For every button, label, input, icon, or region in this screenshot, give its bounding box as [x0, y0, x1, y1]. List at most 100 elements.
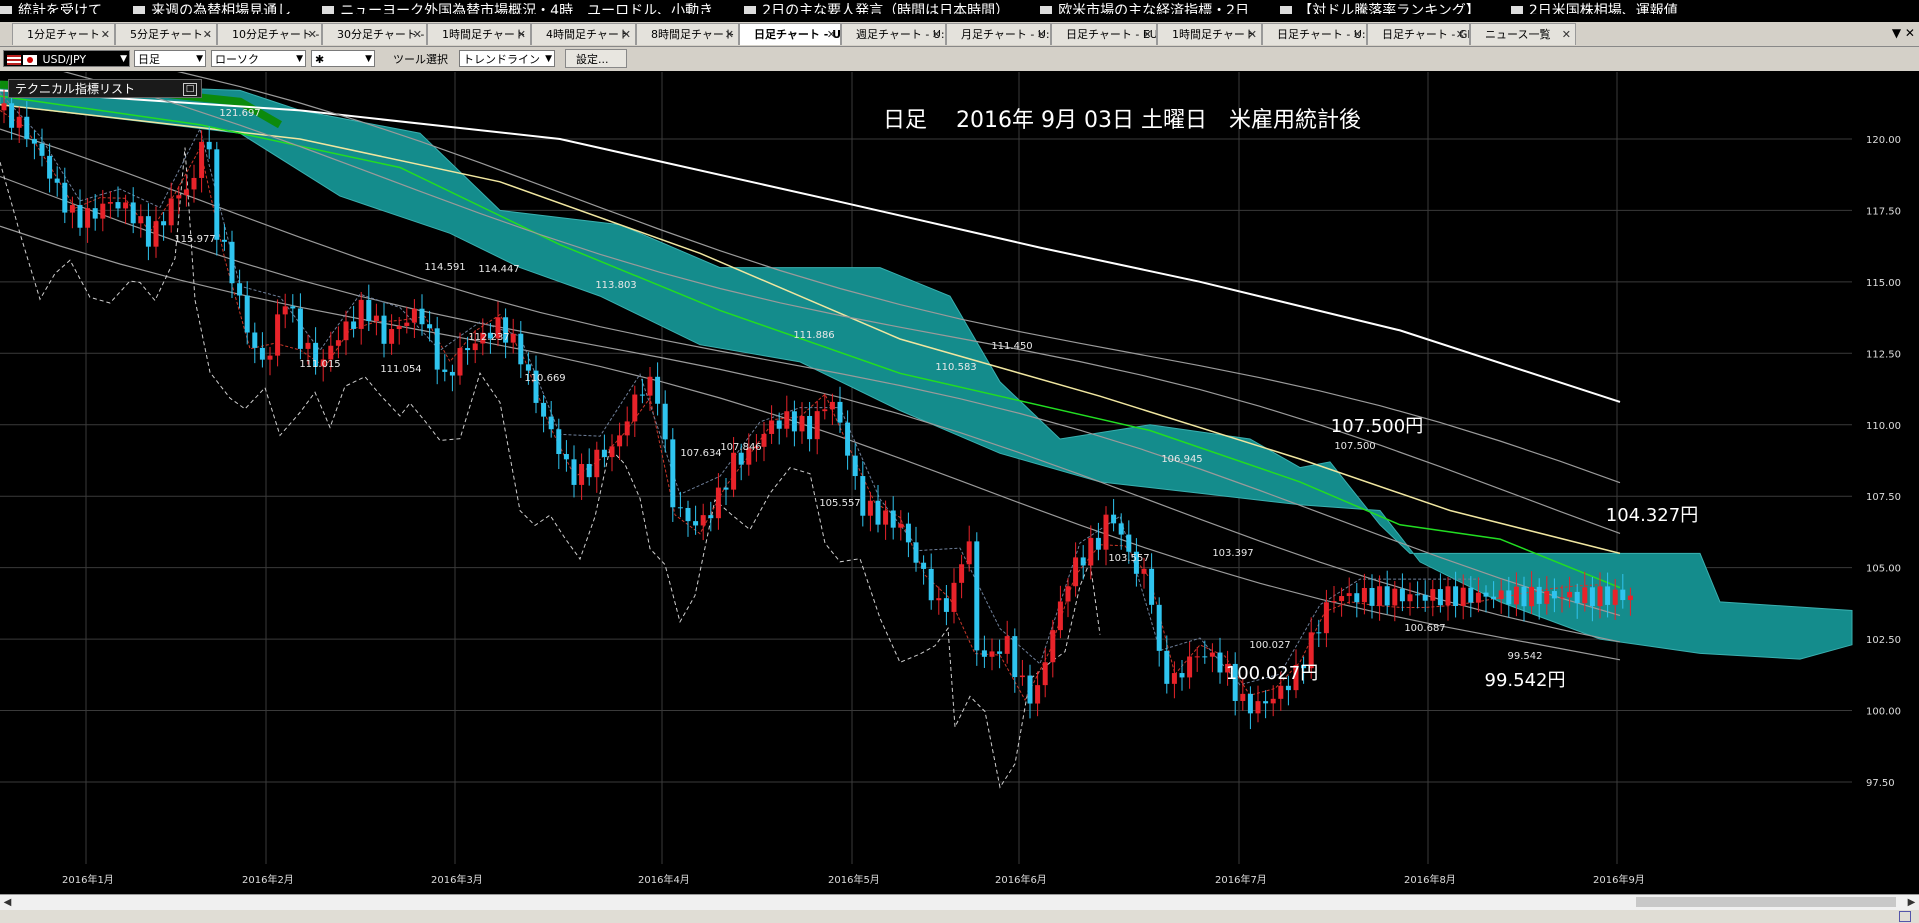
candle-body: [404, 322, 410, 326]
candle-body: [411, 308, 417, 323]
candle-body: [183, 189, 189, 196]
symbol-select[interactable]: USD/JPY ▼: [3, 50, 130, 67]
tab-15[interactable]: ニュース一覧 ✕: [1470, 23, 1576, 45]
tab-10[interactable]: 月足チャート - U: ✕: [946, 23, 1051, 45]
scrollbar-thumb[interactable]: [1636, 897, 1896, 907]
indicator-list-panel[interactable]: テクニカル指標リスト □: [8, 79, 202, 98]
settings-button[interactable]: 設定...: [565, 49, 627, 68]
close-icon[interactable]: ✕: [622, 24, 631, 45]
candle-body: [457, 348, 463, 376]
candle-body: [662, 403, 668, 440]
ticker-item[interactable]: 2日米国株相場、運報値: [1510, 4, 1704, 14]
candle-body: [563, 454, 569, 460]
ticker-item[interactable]: 欧米市場の主な経済指標・2日: [1040, 4, 1275, 14]
tab-6[interactable]: 4時間足チャート ✕: [531, 23, 636, 45]
chart-style-select[interactable]: ローソク ▼: [211, 50, 306, 67]
base-line: [0, 92, 1480, 686]
period-select[interactable]: 日足 ▼: [134, 50, 206, 67]
candle-body: [860, 476, 866, 516]
price-axis-background: [1852, 72, 1919, 894]
y-tick-label: 105.00: [1866, 564, 1901, 575]
candle-body: [214, 149, 220, 240]
candle-body: [829, 401, 835, 410]
candle-body: [138, 216, 144, 224]
close-icon[interactable]: ✕: [1037, 24, 1046, 45]
candle-body: [769, 420, 775, 434]
x-tick-label: 2016年8月: [1404, 873, 1456, 886]
ticker-item[interactable]: 2日の主な要人発言（時間は日本時間）: [744, 4, 1035, 14]
candle-body: [609, 446, 615, 458]
close-icon[interactable]: ✕: [101, 24, 110, 45]
tab-9[interactable]: 週足チャート - U: ✕: [841, 23, 946, 45]
tab-3[interactable]: 10分足チャート - ✕: [217, 23, 322, 45]
tab-2[interactable]: 5分足チャート - ✕: [115, 23, 217, 45]
close-icon[interactable]: ✕: [1353, 24, 1362, 45]
close-icon[interactable]: ✕: [413, 24, 422, 45]
candle-body: [974, 541, 980, 651]
candle-body: [358, 299, 364, 329]
close-icon[interactable]: ✕: [1562, 24, 1571, 45]
close-icon[interactable]: ✕: [827, 24, 836, 45]
close-icon[interactable]: ✕: [1248, 24, 1257, 45]
price-chart[interactable]: 122.50 120.00 117.50 115.00 112.50 110.00 107.…: [0, 35, 1919, 894]
tab-1[interactable]: 1分足チャート - ✕: [12, 23, 115, 45]
candle-body: [1574, 591, 1580, 604]
ticker-item[interactable]: 来週の為替相場見通し: [133, 4, 317, 14]
close-icon[interactable]: ✕: [308, 24, 317, 45]
scroll-right-icon[interactable]: ▶: [1904, 895, 1919, 910]
horizontal-scrollbar[interactable]: ◀ ▶: [0, 894, 1919, 910]
candle-body: [1627, 595, 1633, 601]
large-price-label: 99.542円: [1485, 670, 1566, 691]
candle-body: [1194, 656, 1200, 658]
tab-7[interactable]: 8時間足チャート ✕: [636, 23, 739, 45]
close-icon[interactable]: ✕: [517, 24, 526, 45]
candle-body: [115, 202, 121, 209]
ticker-item[interactable]: 統計を受けて: [0, 4, 128, 14]
price-label: 105.557: [819, 498, 860, 509]
candle-body: [1605, 586, 1611, 605]
ticker-item[interactable]: 【対ドル騰落率ランキング】: [1280, 4, 1506, 14]
tool-select[interactable]: トレンドライン ▼: [459, 50, 555, 67]
candle-body: [905, 523, 911, 543]
candle-body: [297, 308, 303, 349]
marker-select[interactable]: ✱ ▼: [311, 50, 375, 67]
tab-12[interactable]: 1時間足チャート ✕: [1157, 23, 1262, 45]
candle-body: [1339, 596, 1345, 602]
close-icon[interactable]: ✕: [1456, 24, 1465, 45]
close-icon[interactable]: ✕: [932, 24, 941, 45]
price-label: 121.697: [219, 108, 260, 119]
tab-5[interactable]: 1時間足チャート ✕: [427, 23, 531, 45]
chevron-down-icon: ▼: [545, 54, 552, 64]
close-icon[interactable]: ✕: [203, 24, 212, 45]
news-ticker: 統計を受けて 来週の為替相場見通し ニューヨーク外国為替市場概況・4時 ユーロド…: [0, 0, 1919, 14]
close-icon[interactable]: ✕: [1143, 24, 1152, 45]
candle-body: [252, 332, 258, 348]
candle-body: [1354, 593, 1360, 603]
candle-body: [1551, 591, 1557, 599]
candle-body: [715, 487, 721, 519]
chevron-down-icon: ▼: [120, 54, 127, 64]
tab-13[interactable]: 日足チャート - U: ✕: [1262, 23, 1367, 45]
chart-canvas[interactable]: 122.50 120.00 117.50 115.00 112.50 110.00 107.…: [0, 35, 1919, 894]
candle-body: [1156, 604, 1162, 651]
candle-body: [761, 433, 767, 447]
tab-14[interactable]: 日足チャート - Gl ✕: [1367, 23, 1470, 45]
ticker-item[interactable]: ニューヨーク外国為替市場概況・4時 ユーロドル、小動き: [322, 4, 739, 14]
tab-8[interactable]: 日足チャート - U ✕: [739, 23, 841, 45]
candle-body: [168, 198, 174, 226]
tab-4[interactable]: 30分足チャート - ✕: [322, 23, 427, 45]
tab-11[interactable]: 日足チャート - EU ✕: [1051, 23, 1157, 45]
candle-body: [548, 416, 554, 430]
resize-icon[interactable]: [1899, 911, 1911, 922]
scroll-left-icon[interactable]: ◀: [0, 895, 15, 910]
candle-body: [1415, 594, 1421, 596]
maximize-icon[interactable]: □: [183, 83, 197, 96]
candle-body: [1521, 586, 1527, 607]
candle-body: [39, 143, 45, 156]
candle-body: [366, 299, 372, 322]
candle-body: [419, 308, 425, 325]
tab-controls[interactable]: ▼ ✕: [1892, 26, 1915, 40]
candle-body: [199, 141, 205, 178]
close-icon[interactable]: ✕: [725, 24, 734, 45]
candle-body: [928, 568, 934, 601]
